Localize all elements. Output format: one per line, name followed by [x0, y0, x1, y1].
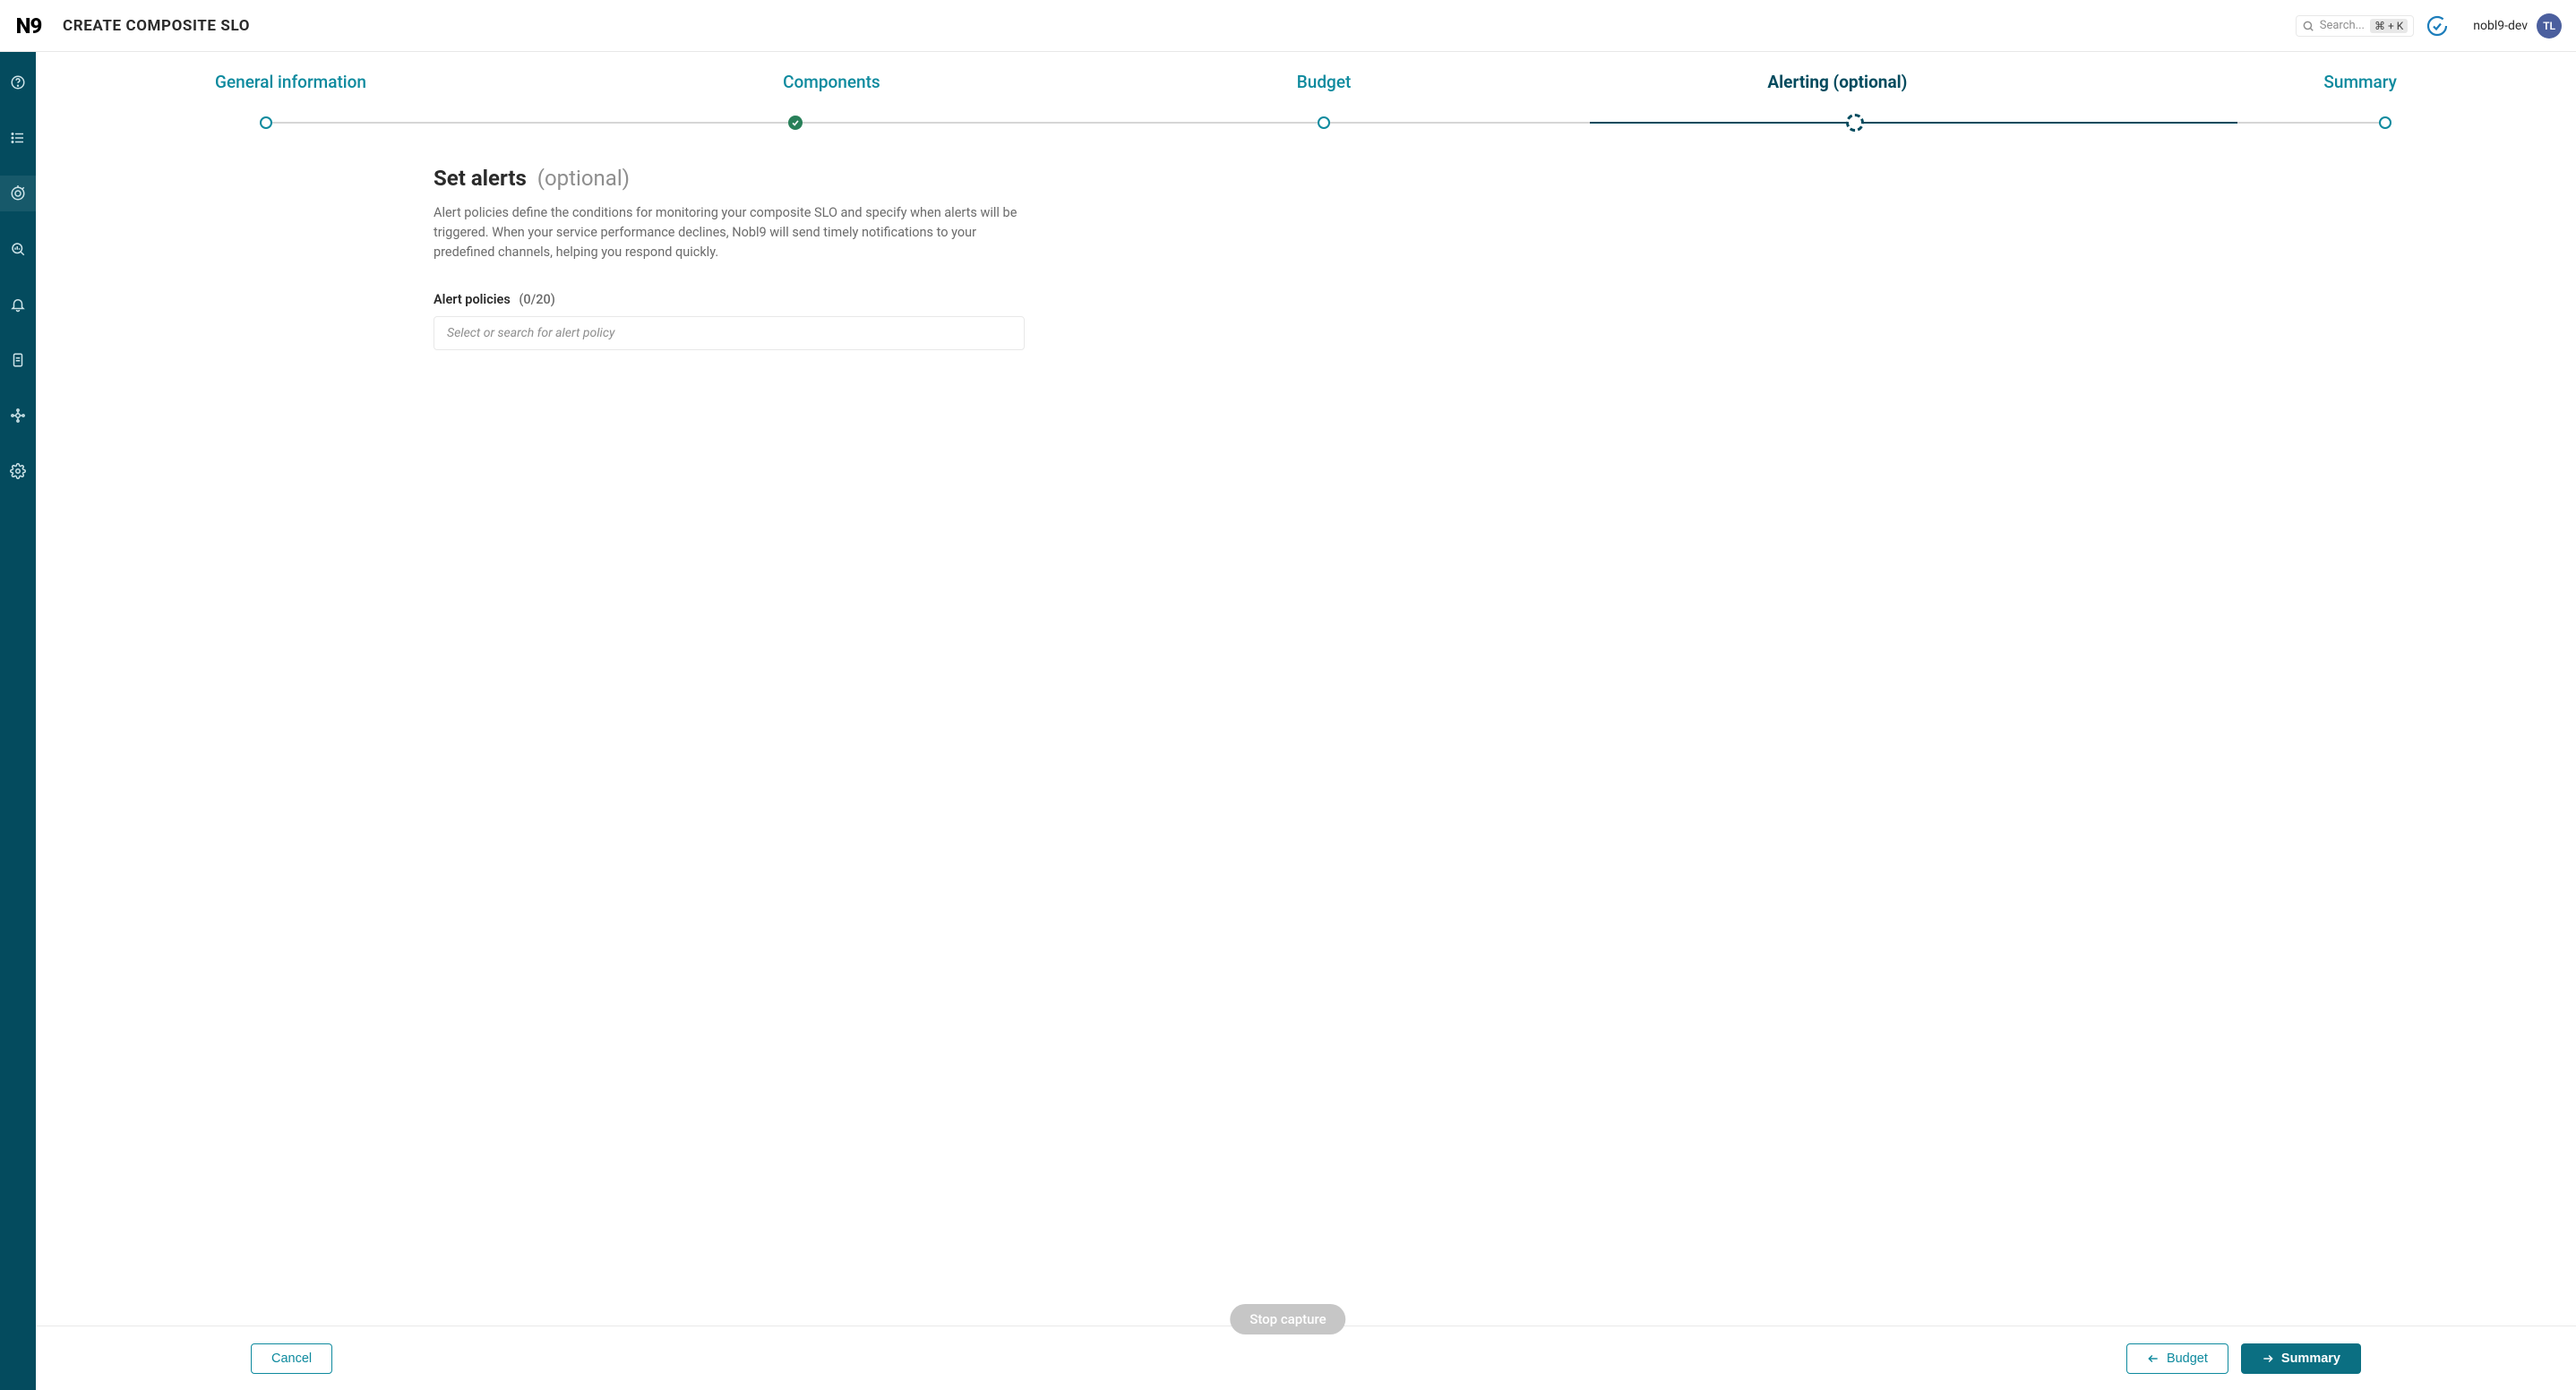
- step-dot-components[interactable]: [788, 116, 803, 130]
- search-icon: [2302, 20, 2314, 32]
- avatar[interactable]: TL: [2537, 13, 2562, 39]
- check-icon: [791, 118, 800, 127]
- target-icon: [10, 185, 26, 202]
- sidebar-item-help[interactable]: [0, 64, 36, 100]
- next-button[interactable]: Summary: [2241, 1343, 2361, 1374]
- arrow-right-icon: [2262, 1352, 2274, 1365]
- search-placeholder: Search...: [2320, 19, 2365, 32]
- stop-capture-label: Stop capture: [1249, 1311, 1326, 1327]
- user-org[interactable]: nobl9-dev: [2473, 19, 2528, 33]
- step-budget[interactable]: Budget: [1297, 72, 1352, 92]
- step-summary[interactable]: Summary: [2323, 72, 2397, 92]
- sidebar-item-integrations[interactable]: [0, 398, 36, 433]
- avatar-initials: TL: [2543, 20, 2555, 32]
- step-dot-summary[interactable]: [2379, 116, 2391, 129]
- sidebar-item-reports[interactable]: [0, 342, 36, 378]
- cancel-label: Cancel: [271, 1351, 312, 1366]
- step-general-info[interactable]: General information: [215, 72, 366, 92]
- back-button[interactable]: Budget: [2126, 1343, 2228, 1374]
- topbar: N9 CREATE COMPOSITE SLO Search... ⌘ + K …: [0, 0, 2576, 52]
- section-title-main: Set alerts: [434, 166, 527, 191]
- alert-policy-select[interactable]: Select or search for alert policy: [434, 316, 1025, 350]
- sidebar-item-target[interactable]: [0, 176, 36, 211]
- field-label-text: Alert policies: [434, 292, 511, 307]
- status-check-icon[interactable]: [2426, 15, 2448, 37]
- step-dot-general[interactable]: [260, 116, 272, 129]
- footer: Cancel Budget Summary: [36, 1326, 2576, 1390]
- analytics-icon: [10, 241, 26, 257]
- next-label: Summary: [2281, 1351, 2340, 1366]
- step-dot-alerting[interactable]: [1846, 114, 1864, 132]
- main: General information Components Budget Al…: [36, 52, 2576, 1390]
- search-kbd: ⌘ + K: [2370, 19, 2408, 33]
- track-line-fill: [1590, 122, 2238, 124]
- sidebar-item-list[interactable]: [0, 120, 36, 156]
- logo-text: N9: [16, 13, 42, 39]
- cancel-button[interactable]: Cancel: [251, 1343, 332, 1374]
- sidebar-item-alerts[interactable]: [0, 287, 36, 322]
- step-components[interactable]: Components: [783, 72, 880, 92]
- stop-capture-button[interactable]: Stop capture: [1230, 1304, 1345, 1334]
- sidebar-item-analytics[interactable]: [0, 231, 36, 267]
- sidebar: [0, 52, 36, 1390]
- section-title: Set alerts (optional): [434, 166, 1025, 191]
- integrations-icon: [10, 408, 26, 424]
- settings-icon: [10, 463, 26, 479]
- page-title: CREATE COMPOSITE SLO: [63, 17, 250, 35]
- list-icon: [10, 130, 26, 146]
- alert-policies-label: Alert policies (0/20): [434, 292, 1025, 307]
- field-label-count: (0/20): [519, 292, 554, 307]
- search-input[interactable]: Search... ⌘ + K: [2296, 15, 2415, 37]
- section-description: Alert policies define the conditions for…: [434, 203, 1025, 262]
- section-title-suffix: (optional): [537, 166, 630, 191]
- step-dot-budget[interactable]: [1318, 116, 1330, 129]
- back-label: Budget: [2167, 1351, 2208, 1366]
- bell-icon: [10, 296, 26, 313]
- arrow-left-icon: [2147, 1352, 2160, 1365]
- sidebar-item-settings[interactable]: [0, 453, 36, 489]
- clipboard-icon: [10, 352, 26, 368]
- stepper: General information Components Budget Al…: [36, 52, 2576, 130]
- logo[interactable]: N9: [11, 0, 47, 52]
- step-alerting[interactable]: Alerting (optional): [1767, 72, 1907, 92]
- content: Set alerts (optional) Alert policies def…: [36, 130, 2576, 1326]
- help-icon: [10, 74, 26, 90]
